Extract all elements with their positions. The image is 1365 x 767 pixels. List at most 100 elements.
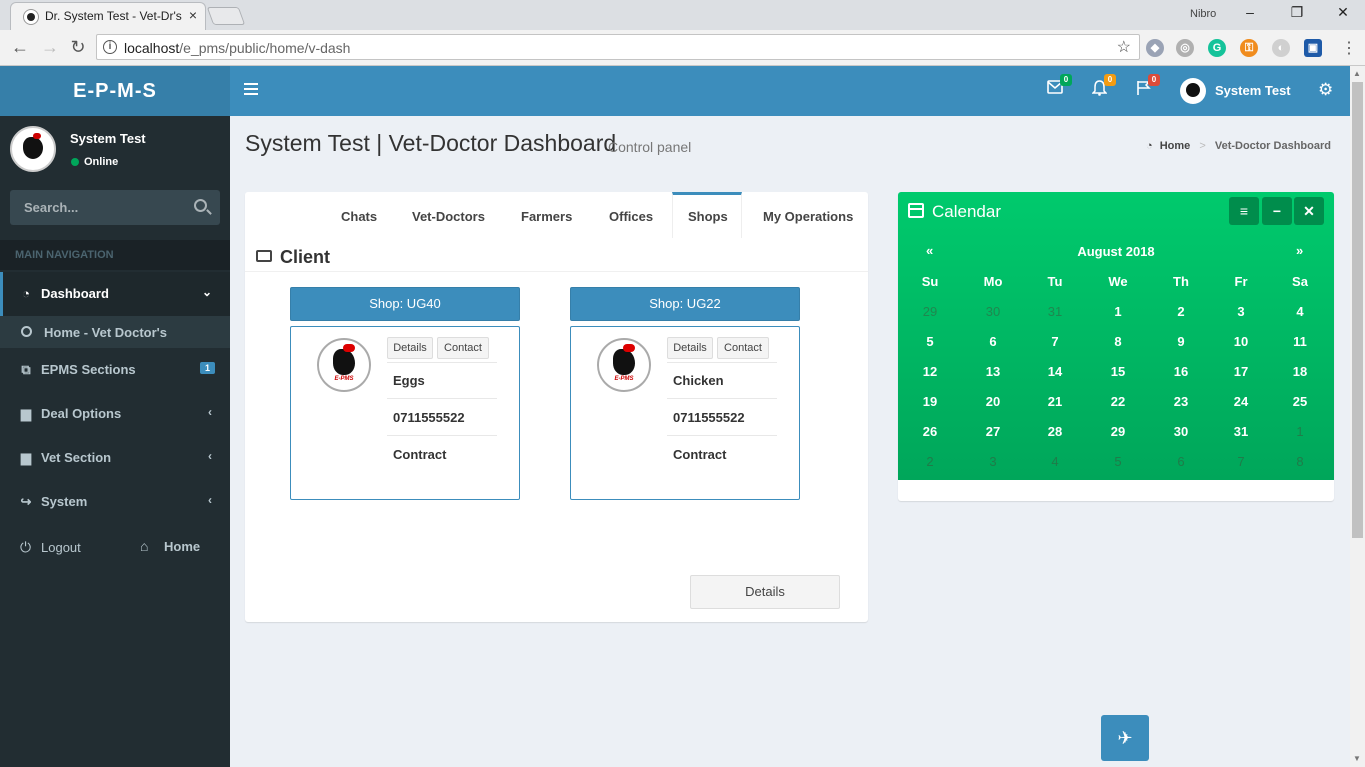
shop-contact-button[interactable]: Contact	[717, 337, 769, 359]
calendar-day[interactable]: 9	[1161, 334, 1201, 349]
tab-shops[interactable]: Shops	[688, 209, 728, 224]
header-user-name[interactable]: System Test	[1215, 83, 1291, 98]
scroll-thumb[interactable]	[1352, 82, 1363, 538]
shop-contact-button[interactable]: Contact	[437, 337, 489, 359]
sidebar-item-vet-section[interactable]: ▆ Vet Section ‹	[0, 436, 230, 480]
calendar-day[interactable]: 15	[1098, 364, 1138, 379]
app-logo[interactable]: E-P-M-S	[0, 66, 230, 116]
reload-icon[interactable]: ↻	[68, 37, 88, 58]
dropbox-icon[interactable]: ◆	[1146, 39, 1164, 57]
page-scrollbar[interactable]: ▲ ▼	[1350, 66, 1365, 767]
calendar-day[interactable]: 19	[910, 394, 950, 409]
calendar-day[interactable]: 1	[1280, 424, 1320, 439]
calendar-day[interactable]: 22	[1098, 394, 1138, 409]
extension-key-icon[interactable]: ⚿	[1240, 39, 1258, 57]
url-field[interactable]: i localhost/e_pms/public/home/v-dash ☆	[96, 34, 1140, 60]
details-button[interactable]: Details	[690, 575, 840, 609]
back-icon[interactable]: ←	[10, 37, 30, 58]
calendar-day[interactable]: 2	[910, 454, 950, 469]
sidebar-toggle-icon[interactable]	[244, 83, 258, 95]
calendar-menu-icon[interactable]: ≡	[1229, 197, 1259, 225]
calendar-day[interactable]: 10	[1221, 334, 1261, 349]
shop-details-button[interactable]: Details	[667, 337, 713, 359]
calendar-day[interactable]: 28	[1035, 424, 1075, 439]
calendar-day[interactable]: 30	[973, 304, 1013, 319]
calendar-day[interactable]: 5	[910, 334, 950, 349]
shop-header-button[interactable]: Shop: UG22	[570, 287, 800, 321]
sidebar-item-home-vet[interactable]: Home - Vet Doctor's	[0, 316, 230, 348]
extension-icon[interactable]: ◎	[1176, 39, 1194, 57]
search-input[interactable]: Search...	[24, 200, 78, 215]
shop-header-button[interactable]: Shop: UG40	[290, 287, 520, 321]
calendar-day[interactable]: 13	[973, 364, 1013, 379]
calendar-day[interactable]: 14	[1035, 364, 1075, 379]
calendar-day[interactable]: 3	[1221, 304, 1261, 319]
power-icon[interactable]: ⏻	[20, 539, 31, 556]
tab-chats[interactable]: Chats	[341, 209, 377, 224]
calendar-day[interactable]: 23	[1161, 394, 1201, 409]
calendar-day[interactable]: 21	[1035, 394, 1075, 409]
flag-icon[interactable]: 0	[1136, 74, 1160, 101]
calendar-month[interactable]: August 2018	[898, 244, 1334, 259]
home-link[interactable]: Home	[164, 539, 200, 554]
calendar-day[interactable]: 24	[1221, 394, 1261, 409]
restore-icon[interactable]: ❐	[1287, 4, 1307, 21]
calendar-day[interactable]: 31	[1221, 424, 1261, 439]
sidebar-search[interactable]: Search...	[10, 190, 220, 225]
minimize-icon[interactable]: –	[1240, 4, 1260, 20]
calendar-day[interactable]: 25	[1280, 394, 1320, 409]
calendar-day[interactable]: 1	[1098, 304, 1138, 319]
calendar-day[interactable]: 6	[973, 334, 1013, 349]
calendar-day[interactable]: 7	[1221, 454, 1261, 469]
calendar-day[interactable]: 4	[1035, 454, 1075, 469]
tab-farmers[interactable]: Farmers	[521, 209, 572, 224]
shop-contract[interactable]: Contract	[393, 447, 503, 462]
calendar-day[interactable]: 17	[1221, 364, 1261, 379]
new-tab-button[interactable]	[206, 7, 246, 25]
calendar-day[interactable]: 8	[1280, 454, 1320, 469]
tab-offices[interactable]: Offices	[609, 209, 653, 224]
calendar-day[interactable]: 20	[973, 394, 1013, 409]
browser-tab[interactable]: Dr. System Test - Vet-Dr's ×	[10, 2, 206, 30]
calendar-day[interactable]: 8	[1098, 334, 1138, 349]
calendar-day[interactable]: 3	[973, 454, 1013, 469]
calendar-next-button[interactable]: »	[1296, 243, 1303, 258]
shop-details-button[interactable]: Details	[387, 337, 433, 359]
calendar-day[interactable]: 11	[1280, 334, 1320, 349]
messages-icon[interactable]: 0	[1047, 74, 1072, 99]
home-icon[interactable]: ⌂	[140, 538, 148, 554]
breadcrumb-home[interactable]: Home	[1160, 140, 1191, 152]
sidebar-item-dashboard[interactable]: ◔ Dashboard ⌄	[0, 272, 230, 316]
calendar-close-icon[interactable]: ✕	[1294, 197, 1324, 225]
extension-box-icon[interactable]: ▣	[1304, 39, 1322, 57]
info-icon[interactable]: i	[103, 40, 117, 54]
calendar-day[interactable]: 6	[1161, 454, 1201, 469]
calendar-day[interactable]: 30	[1161, 424, 1201, 439]
tab-close-icon[interactable]: ×	[189, 7, 197, 23]
calendar-day[interactable]: 4	[1280, 304, 1320, 319]
logout-link[interactable]: Logout	[41, 540, 81, 555]
bookmark-star-icon[interactable]: ☆	[1117, 37, 1131, 57]
calendar-day[interactable]: 31	[1035, 304, 1075, 319]
calendar-day[interactable]: 7	[1035, 334, 1075, 349]
sidebar-item-system[interactable]: ↪ System ‹	[0, 480, 230, 524]
tab-vet-doctors[interactable]: Vet-Doctors	[412, 209, 485, 224]
forward-icon[interactable]: →	[40, 37, 60, 58]
sidebar-item-epms-sections[interactable]: ⧉ EPMS Sections 1	[0, 348, 230, 392]
calendar-day[interactable]: 2	[1161, 304, 1201, 319]
browser-menu-icon[interactable]: ⋮	[1341, 38, 1357, 58]
calendar-collapse-icon[interactable]: −	[1262, 197, 1292, 225]
calendar-day[interactable]: 16	[1161, 364, 1201, 379]
extension-leaf-icon[interactable]: ◐	[1272, 39, 1290, 57]
search-icon[interactable]	[194, 199, 207, 212]
shop-contract[interactable]: Contract	[673, 447, 783, 462]
calendar-day[interactable]: 18	[1280, 364, 1320, 379]
sidebar-item-deal-options[interactable]: ▆ Deal Options ‹	[0, 392, 230, 436]
notifications-bell-icon[interactable]: 0	[1091, 74, 1116, 101]
calendar-day[interactable]: 29	[910, 304, 950, 319]
calendar-day[interactable]: 26	[910, 424, 950, 439]
plane-fab-button[interactable]: ✈	[1101, 715, 1149, 761]
calendar-day[interactable]: 29	[1098, 424, 1138, 439]
tab-my-operations[interactable]: My Operations	[763, 209, 853, 224]
profile-name[interactable]: Nibro	[1190, 8, 1216, 20]
